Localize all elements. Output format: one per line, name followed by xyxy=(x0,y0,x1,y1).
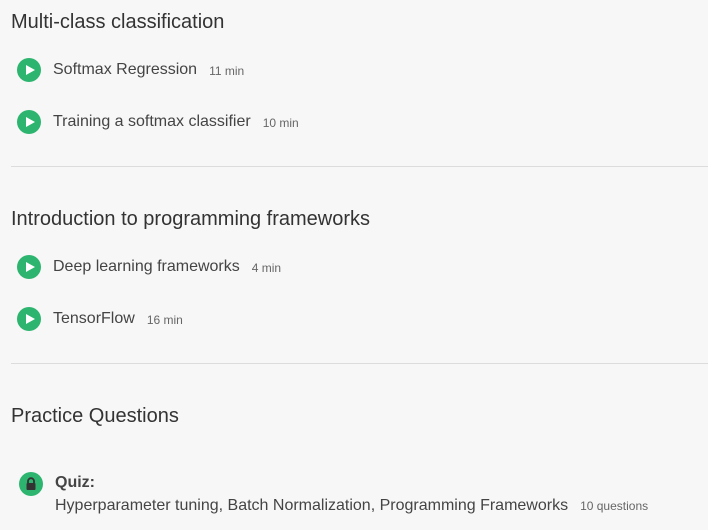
section-title: Practice Questions xyxy=(11,405,179,427)
section-title: Multi-class classification xyxy=(11,11,225,33)
lecture-title: Deep learning frameworks xyxy=(53,258,240,275)
lecture-title: Training a softmax classifier xyxy=(53,113,251,130)
play-icon xyxy=(17,110,41,134)
quiz-question-count: 10 questions xyxy=(580,499,649,513)
section-divider xyxy=(11,166,708,167)
lecture-duration: 16 min xyxy=(146,313,183,327)
lecture-title: TensorFlow xyxy=(53,310,135,327)
lecture-duration: 10 min xyxy=(262,116,299,130)
lecture-item-softmax-regression[interactable]: Softmax Regression 11 min xyxy=(17,58,244,82)
lecture-title: Softmax Regression xyxy=(53,61,198,78)
section-divider xyxy=(11,363,708,364)
section-title: Introduction to programming frameworks xyxy=(11,208,371,230)
play-icon xyxy=(17,307,41,331)
lock-icon xyxy=(19,472,43,496)
lecture-item-training-softmax-classifier[interactable]: Training a softmax classifier 10 min xyxy=(17,110,299,134)
quiz-details: Hyperparameter tuning, Batch Normalizati… xyxy=(55,497,648,515)
lecture-item-deep-learning-frameworks[interactable]: Deep learning frameworks 4 min xyxy=(17,255,281,279)
quiz-title: Hyperparameter tuning, Batch Normalizati… xyxy=(55,497,569,514)
lecture-item-tensorflow[interactable]: TensorFlow 16 min xyxy=(17,307,183,331)
play-icon xyxy=(17,58,41,82)
quiz-label: Quiz: xyxy=(55,474,95,491)
lecture-duration: 4 min xyxy=(251,261,282,275)
play-icon xyxy=(17,255,41,279)
lecture-duration: 11 min xyxy=(209,64,245,78)
